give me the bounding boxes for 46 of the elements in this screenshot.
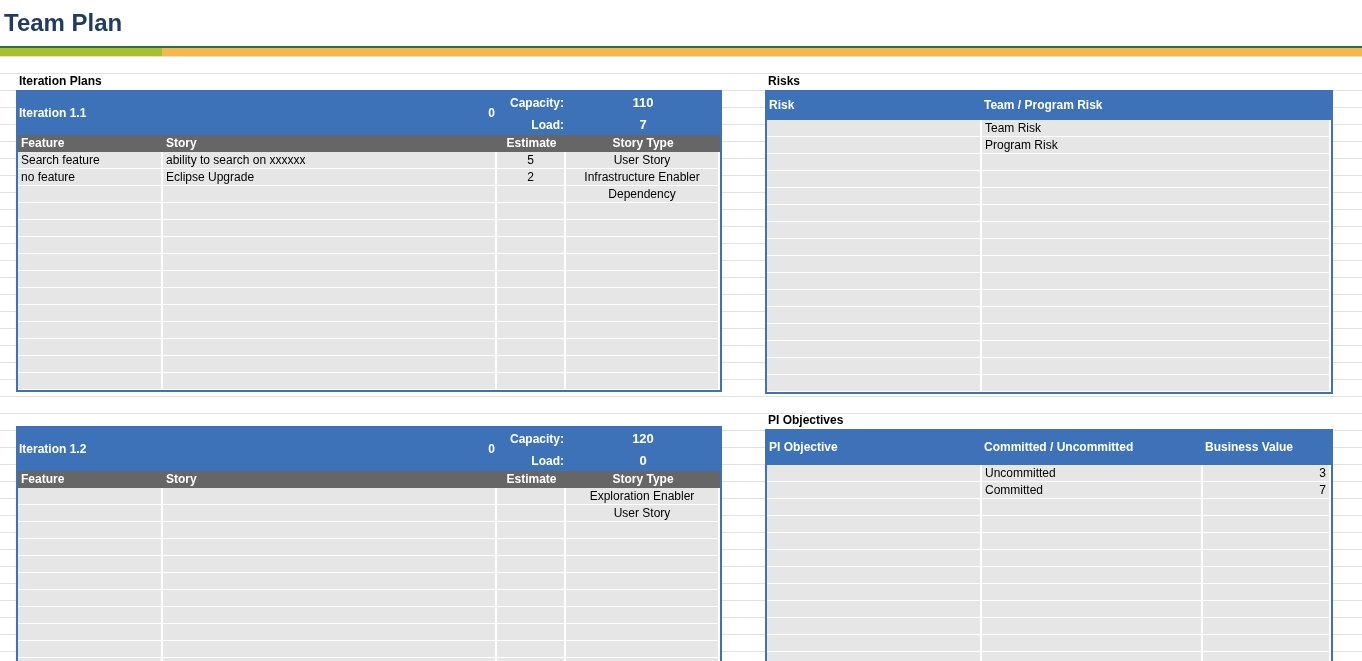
table-cell: 7 (1203, 482, 1331, 499)
capacity-value: 110 (631, 93, 655, 112)
table-cell: Dependency (566, 186, 720, 203)
capacity-label: Capacity: (508, 430, 565, 448)
column-header: Business Value (1204, 439, 1295, 456)
column-header: Risk (768, 97, 796, 114)
table-cell: User Story (566, 505, 720, 522)
table-cell: Exploration Enabler (566, 488, 720, 505)
column-header: PI Objective (768, 439, 839, 456)
table-cell: Infrastructure Enabler (566, 169, 720, 186)
column-header: Team / Program Risk (983, 97, 1104, 114)
table-cell: 2 (497, 169, 566, 186)
page-title: Team Plan (4, 8, 123, 38)
table-cell: Committed (982, 482, 1203, 499)
table-cell: ability to search on xxxxxx (163, 152, 497, 169)
load-label: Load: (530, 117, 565, 134)
load-value: 0 (638, 452, 648, 471)
load-value: 7 (638, 116, 648, 135)
capacity-value: 120 (631, 429, 655, 448)
column-header: Story Type (611, 135, 675, 152)
column-header: Story (165, 135, 198, 152)
table-cell: no feature (18, 169, 163, 186)
load-label: Load: (530, 453, 565, 470)
table-cell: 5 (497, 152, 566, 169)
iteration-title: Iteration 1.2 (18, 440, 88, 458)
section-label: Risks (767, 73, 802, 90)
section-label: PI Objectives (767, 412, 845, 429)
table-cell: Search feature (18, 152, 163, 169)
table-cell: Uncommitted (982, 465, 1203, 482)
iteration-total: 0 (487, 104, 496, 122)
capacity-label: Capacity: (508, 94, 565, 112)
table-cell: Team Risk (982, 120, 1331, 137)
column-header: Feature (20, 471, 66, 488)
table-cell: 3 (1203, 465, 1331, 482)
table-cell: Program Risk (982, 137, 1331, 154)
column-header: Story (165, 471, 198, 488)
table-cell: User Story (566, 152, 720, 169)
column-header: Feature (20, 135, 66, 152)
iteration-total: 0 (487, 440, 496, 458)
section-label: Iteration Plans (18, 73, 103, 90)
iteration-title: Iteration 1.1 (18, 104, 88, 122)
table-cell: Eclipse Upgrade (163, 169, 497, 186)
column-header: Estimate (505, 135, 558, 152)
column-header: Committed / Uncommitted (983, 439, 1135, 456)
column-header: Story Type (611, 471, 675, 488)
column-header: Estimate (505, 471, 558, 488)
